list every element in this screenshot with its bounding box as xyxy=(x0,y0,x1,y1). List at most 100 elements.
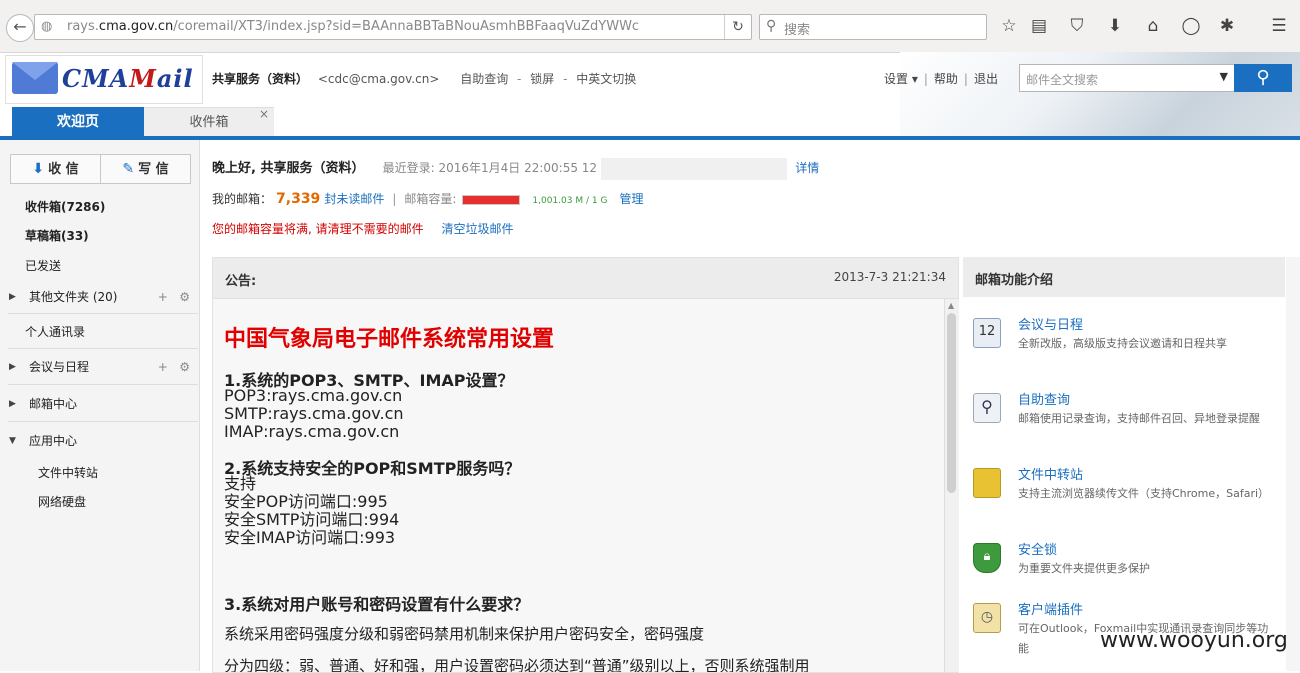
announcement-header: 公告: 2013-7-3 21:21:34 xyxy=(213,258,958,299)
sidebar-divider xyxy=(8,384,198,385)
url-bar[interactable]: ◍ rays.cma.gov.cn/coremail/XT3/index.jsp… xyxy=(34,14,752,40)
compose-label: 写 信 xyxy=(138,162,169,177)
folder-tools: + ⚙ xyxy=(158,284,190,310)
sidebar-item-other-folders[interactable]: ▶ 其他文件夹 (20) + ⚙ xyxy=(0,284,199,310)
sent-label: 已发送 xyxy=(25,259,62,273)
mail-search-input[interactable]: 邮件全文搜索 ▼ xyxy=(1019,64,1235,92)
lock-screen-link[interactable]: 锁屏 xyxy=(530,72,554,86)
announcement-scrollbar[interactable]: ▲ xyxy=(944,299,959,672)
bookmark-star-icon[interactable]: ☆ xyxy=(998,16,1020,36)
answer-paragraph: 分为四级：弱、普通、好和强，用户设置密码必须达到“普通”级别以上，否则系统强制用 xyxy=(224,657,810,672)
reload-icon[interactable]: ↻ xyxy=(724,15,751,39)
chat-icon[interactable]: ◯ xyxy=(1180,16,1202,36)
net-disk-label: 网络硬盘 xyxy=(38,495,87,509)
home-icon[interactable]: ⌂ xyxy=(1142,16,1164,36)
file-transfer-label: 文件中转站 xyxy=(38,466,99,480)
download-icon: ⬇ xyxy=(32,161,45,177)
user-email: <cdc@cma.gov.cn> xyxy=(317,72,440,86)
announcement-body: 中国气象局电子邮件系统常用设置 1.系统的POP3、SMTP、IMAP设置？ P… xyxy=(213,299,943,672)
answer-line: 支持 xyxy=(224,474,257,493)
sidebar-divider xyxy=(8,313,198,314)
gear-icon[interactable]: ⚙ xyxy=(179,290,190,304)
plugin-icon: ◷ xyxy=(973,603,1001,633)
sidebar-item-contacts[interactable]: 个人通讯录 xyxy=(0,319,199,345)
sidebar-item-inbox[interactable]: 收件箱(7286) xyxy=(0,194,199,220)
collapse-triangle-icon[interactable]: ▼ xyxy=(9,428,16,454)
scroll-up-icon[interactable]: ▲ xyxy=(948,301,954,310)
logout-link[interactable]: 退出 xyxy=(974,72,998,86)
calendar-tools: + ⚙ xyxy=(158,354,190,380)
drafts-label: 草稿箱(33) xyxy=(25,229,89,243)
sidebar-item-file-transfer[interactable]: 文件中转站 xyxy=(0,460,199,486)
receive-button[interactable]: ⬇ 收 信 xyxy=(10,154,101,184)
scrollbar-thumb[interactable] xyxy=(947,313,956,493)
page-scrollbar[interactable] xyxy=(1286,257,1300,671)
feature-name[interactable]: 客户端插件 xyxy=(1018,599,1083,618)
edit-icon: ✎ xyxy=(122,161,135,177)
link-separator: - xyxy=(517,72,522,86)
add-icon[interactable]: + xyxy=(158,360,168,374)
tab-inbox[interactable]: 收件箱 × xyxy=(144,107,274,138)
mail-center-label: 邮箱中心 xyxy=(29,397,78,411)
settings-menu[interactable]: 设置 ▾ xyxy=(884,72,918,86)
link-separator: - xyxy=(563,72,568,86)
feature-name[interactable]: 会议与日程 xyxy=(1018,314,1083,333)
question-2: 2.系统支持安全的POP和SMTP服务吗？ xyxy=(224,459,521,478)
feature-name[interactable]: 自助查询 xyxy=(1018,389,1070,408)
my-mailbox-label: 我的邮箱： xyxy=(212,192,273,206)
logo-wordmark: CMAMail xyxy=(62,64,194,93)
manage-link[interactable]: 管理 xyxy=(619,192,643,206)
extension-icon[interactable]: ✱ xyxy=(1216,16,1238,36)
feature-name[interactable]: 安全锁 xyxy=(1018,539,1057,558)
expand-triangle-icon[interactable]: ▶ xyxy=(9,354,16,380)
answer-line: POP3:rays.cma.gov.cn xyxy=(224,386,403,405)
compose-button[interactable]: ✎ 写 信 xyxy=(100,154,191,184)
sidebar-item-sent[interactable]: 已发送 xyxy=(0,253,199,279)
envelope-icon xyxy=(12,62,58,94)
gear-icon[interactable]: ⚙ xyxy=(179,360,190,374)
features-title: 邮箱功能介绍 xyxy=(975,273,1054,288)
inbox-label: 收件箱(7286) xyxy=(25,200,106,214)
clear-junk-link[interactable]: 清空垃圾邮件 xyxy=(441,222,513,236)
feature-desc: 支持主流浏览器续传文件（支持Chrome，Safari） xyxy=(1018,487,1270,500)
help-link[interactable]: 帮助 xyxy=(934,72,958,86)
last-login: 最近登录: 2016年1月4日 22:00:55 12 xyxy=(382,161,598,175)
sidebar-item-mail-center[interactable]: ▶ 邮箱中心 xyxy=(0,391,199,417)
chevron-down-icon[interactable]: ▼ xyxy=(1220,70,1228,83)
announcement-label: 公告: xyxy=(225,274,257,289)
sidebar-item-calendar[interactable]: ▶ 会议与日程 + ⚙ xyxy=(0,354,199,380)
expand-triangle-icon[interactable]: ▶ xyxy=(9,391,16,417)
answer-paragraph: 系统采用密码强度分级和弱密码禁用机制来保护用户密码安全，密码强度 xyxy=(224,625,705,643)
tab-welcome[interactable]: 欢迎页 xyxy=(12,107,144,137)
language-switch-link[interactable]: 中英文切换 xyxy=(576,72,636,86)
feature-desc: 为重要文件夹提供更多保护 xyxy=(1018,562,1150,575)
capacity-used: 1,001.03 M / 1 G xyxy=(532,196,608,206)
expand-triangle-icon[interactable]: ▶ xyxy=(9,284,16,310)
reading-list-icon[interactable]: ▤ xyxy=(1028,16,1050,36)
feature-name[interactable]: 文件中转站 xyxy=(1018,464,1083,483)
back-icon[interactable]: ← xyxy=(6,14,34,42)
mail-search-button[interactable]: ⚲ xyxy=(1234,64,1292,92)
download-icon[interactable]: ⬇ xyxy=(1104,16,1126,36)
receive-label: 收 信 xyxy=(48,162,79,177)
unread-count[interactable]: 7,339 xyxy=(276,191,320,207)
greeting-line: 晚上好, 共享服务（资料） 最近登录: 2016年1月4日 22:00:55 1… xyxy=(212,157,819,180)
url-text: rays.cma.gov.cn/coremail/XT3/index.jsp?s… xyxy=(67,19,640,34)
sidebar-item-drafts[interactable]: 草稿箱(33) xyxy=(0,223,199,249)
add-icon[interactable]: + xyxy=(158,290,168,304)
shield-icon: 🔒︎ xyxy=(973,543,1001,573)
close-icon[interactable]: × xyxy=(259,99,269,129)
sidebar-item-app-center[interactable]: ▼ 应用中心 xyxy=(0,428,199,454)
globe-icon: ◍ xyxy=(41,19,53,34)
browser-toolbar: ← ◍ rays.cma.gov.cn/coremail/XT3/index.j… xyxy=(0,0,1300,53)
self-service-link[interactable]: 自助查询 xyxy=(460,72,508,86)
answer-line: 安全SMTP访问端口:994 xyxy=(224,510,400,529)
sidebar-item-net-disk[interactable]: 网络硬盘 xyxy=(0,489,199,515)
menu-icon[interactable]: ☰ xyxy=(1268,16,1290,36)
login-details-link[interactable]: 详情 xyxy=(795,161,819,175)
pocket-icon[interactable]: ⛉ xyxy=(1066,16,1088,36)
app-center-label: 应用中心 xyxy=(29,434,78,448)
unread-link[interactable]: 封未读邮件 xyxy=(324,192,384,206)
capacity-warning: 您的邮箱容量将满, 请清理不需要的邮件 清空垃圾邮件 xyxy=(212,220,513,237)
browser-search-input[interactable]: ⚲ 搜索 xyxy=(759,14,987,40)
